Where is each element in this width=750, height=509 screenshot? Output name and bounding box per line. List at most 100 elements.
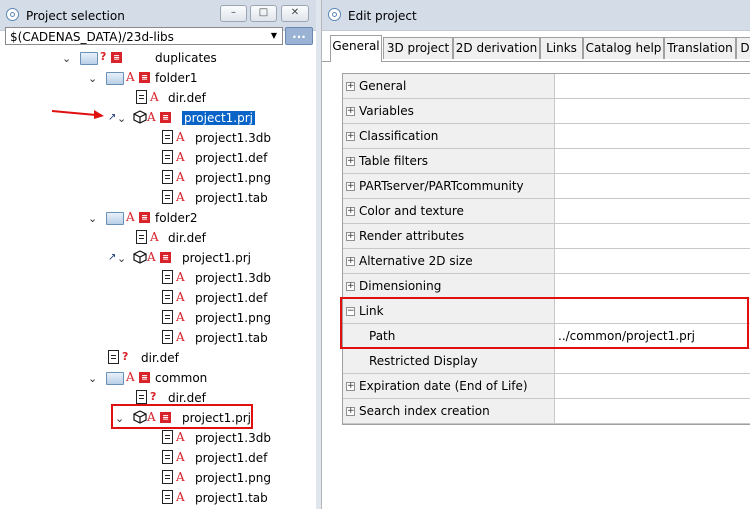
tree-item[interactable]: Aproject1.3db	[0, 268, 316, 288]
chevron-down-icon[interactable]: ⌄	[117, 112, 126, 125]
chevron-down-icon[interactable]: ⌄	[117, 252, 126, 265]
property-label: Dimensioning	[359, 279, 442, 293]
property-value-cell[interactable]	[555, 224, 750, 248]
tree-item[interactable]: Aproject1.3db	[0, 128, 316, 148]
document-icon	[162, 490, 173, 504]
cube-icon	[133, 250, 147, 267]
tab-3d-project[interactable]: 3D project	[383, 37, 453, 59]
tree-item[interactable]: Aproject1.tab	[0, 188, 316, 208]
expand-icon[interactable]: +	[346, 257, 355, 266]
expand-icon[interactable]: +	[346, 207, 355, 216]
property-row[interactable]: + General	[343, 74, 750, 99]
tree-item[interactable]: Aproject1.png	[0, 468, 316, 488]
expand-icon[interactable]: +	[346, 107, 355, 116]
path-combobox[interactable]: $(CADENAS_DATA)/23d-libs ▼	[5, 27, 283, 45]
property-value-cell[interactable]	[555, 399, 750, 423]
property-value-cell[interactable]	[555, 199, 750, 223]
property-row[interactable]: + Variables	[343, 99, 750, 124]
modified-flag-icon: A	[176, 150, 185, 164]
chevron-down-icon[interactable]: ⌄	[88, 372, 97, 385]
modified-flag-icon: A	[176, 330, 185, 344]
expand-icon[interactable]: +	[346, 182, 355, 191]
property-name-cell: + General	[343, 74, 555, 98]
tab-links[interactable]: Links	[540, 37, 583, 59]
property-row[interactable]: + Search index creation	[343, 399, 750, 424]
expand-icon[interactable]: +	[346, 82, 355, 91]
property-row[interactable]: Restricted Display	[343, 349, 750, 374]
chevron-down-icon[interactable]: ⌄	[88, 72, 97, 85]
property-row[interactable]: + Render attributes	[343, 224, 750, 249]
link-arrow-icon: ↗	[108, 252, 117, 263]
document-icon	[108, 350, 119, 364]
tree-item[interactable]: ⌄? ≡ duplicates	[0, 48, 316, 68]
document-icon	[162, 470, 173, 484]
tree-item[interactable]: Aproject1.def	[0, 288, 316, 308]
property-value-cell[interactable]	[555, 124, 750, 148]
chevron-down-icon[interactable]: ▼	[266, 28, 282, 44]
tree-item-label: common	[155, 371, 208, 385]
tree-item[interactable]: ⌄ A ≡ folder2	[0, 208, 316, 228]
tree-item[interactable]: Adir.def	[0, 228, 316, 248]
cube-icon	[133, 110, 147, 127]
expand-icon[interactable]: +	[346, 382, 355, 391]
tab-overflow[interactable]: D	[736, 37, 750, 59]
property-value-cell[interactable]	[555, 249, 750, 273]
tree-item[interactable]: ⌄ ↗ A ≡ project1.prj	[0, 248, 316, 268]
expand-icon[interactable]: +	[346, 282, 355, 291]
expand-icon[interactable]: +	[346, 232, 355, 241]
document-icon	[162, 170, 173, 184]
property-value-cell[interactable]	[555, 374, 750, 398]
property-row[interactable]: + Alternative 2D size	[343, 249, 750, 274]
chevron-down-icon[interactable]: ⌄	[88, 212, 97, 225]
tree-item[interactable]: Aproject1.png	[0, 308, 316, 328]
property-row[interactable]: + Color and texture	[343, 199, 750, 224]
tab-translation[interactable]: Translation	[664, 37, 736, 59]
tree-item[interactable]: ⌄ A ≡ folder1	[0, 68, 316, 88]
property-row[interactable]: + Classification	[343, 124, 750, 149]
property-row[interactable]: + Expiration date (End of Life)	[343, 374, 750, 399]
tab-catalog-help[interactable]: Catalog help	[583, 37, 664, 59]
property-label: Variables	[359, 104, 414, 118]
tree-item[interactable]: ? dir.def	[0, 348, 316, 368]
modified-flag-icon: A	[176, 470, 185, 484]
property-value-cell[interactable]	[555, 74, 750, 98]
expand-icon[interactable]: +	[346, 407, 355, 416]
tree-item[interactable]: Aproject1.3db	[0, 428, 316, 448]
property-name-cell: + Render attributes	[343, 224, 555, 248]
expand-icon[interactable]: +	[346, 157, 355, 166]
document-icon	[136, 230, 147, 244]
property-row[interactable]: + Table filters	[343, 149, 750, 174]
tree-item[interactable]: Adir.def	[0, 88, 316, 108]
property-value-cell[interactable]	[555, 99, 750, 123]
property-row[interactable]: + Dimensioning	[343, 274, 750, 299]
restore-button[interactable]: □	[250, 5, 277, 22]
tree-item[interactable]: Aproject1.tab	[0, 328, 316, 348]
tree-item[interactable]: ⌄ A ≡ common	[0, 368, 316, 388]
property-label: Alternative 2D size	[359, 254, 473, 268]
property-value-cell[interactable]	[555, 174, 750, 198]
property-value-cell[interactable]	[555, 349, 750, 373]
unknown-status-icon: ?	[150, 390, 157, 403]
property-label: Restricted Display	[369, 354, 478, 368]
tree-item[interactable]: Aproject1.def	[0, 448, 316, 468]
tree-item[interactable]: Aproject1.tab	[0, 488, 316, 508]
chevron-down-icon[interactable]: ⌄	[62, 52, 71, 65]
tree-item[interactable]: Aproject1.png	[0, 168, 316, 188]
tab-2d-derivation[interactable]: 2D derivation	[453, 37, 540, 59]
property-value-cell[interactable]	[555, 274, 750, 298]
tree-item-label: project1.tab	[195, 191, 268, 205]
close-button[interactable]: ✕	[281, 5, 309, 22]
property-row[interactable]: + PARTserver/PARTcommunity	[343, 174, 750, 199]
status-badge-icon: ≡	[111, 52, 122, 63]
tree-item-label: project1.3db	[195, 271, 271, 285]
property-name-cell: + Classification	[343, 124, 555, 148]
minimize-button[interactable]: –	[220, 5, 247, 22]
browse-button[interactable]: ...	[285, 27, 313, 45]
expand-icon[interactable]: +	[346, 132, 355, 141]
tree-item[interactable]: ⌄ ↗ A ≡ project1.prj	[0, 108, 316, 128]
tree-item-label: project1.png	[195, 171, 271, 185]
tree-item[interactable]: Aproject1.def	[0, 148, 316, 168]
property-value-cell[interactable]	[555, 149, 750, 173]
tab-general[interactable]: General	[330, 35, 382, 62]
project-tree[interactable]: ⌄? ≡ duplicates ⌄ A ≡ folder1 Adir.def ⌄ ↗ A ≡ proje…	[0, 46, 316, 509]
